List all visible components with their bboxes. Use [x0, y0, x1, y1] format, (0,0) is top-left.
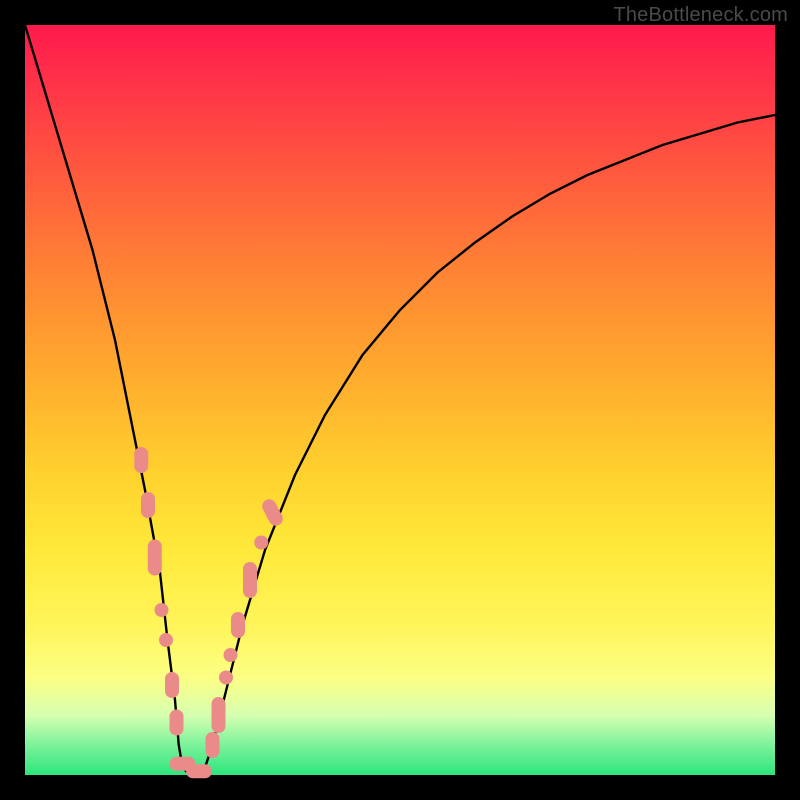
chart-marker — [243, 562, 257, 598]
chart-marker — [212, 697, 226, 733]
chart-marker — [260, 497, 286, 528]
chart-marker — [224, 648, 238, 662]
chart-marker — [170, 710, 184, 736]
chart-plot-area — [25, 25, 775, 775]
chart-frame: TheBottleneck.com — [0, 0, 800, 800]
watermark-label: TheBottleneck.com — [613, 4, 788, 27]
bottleneck-curve — [25, 25, 775, 775]
chart-marker — [219, 671, 233, 685]
chart-marker — [186, 764, 212, 778]
chart-marker — [141, 492, 155, 518]
chart-marker — [206, 732, 220, 758]
chart-svg — [25, 25, 775, 775]
chart-markers — [134, 447, 285, 778]
chart-marker — [231, 612, 245, 638]
chart-marker — [155, 603, 169, 617]
chart-marker — [159, 633, 173, 647]
chart-marker — [254, 536, 268, 550]
chart-marker — [148, 540, 162, 576]
chart-marker — [134, 447, 148, 473]
chart-marker — [165, 672, 179, 698]
